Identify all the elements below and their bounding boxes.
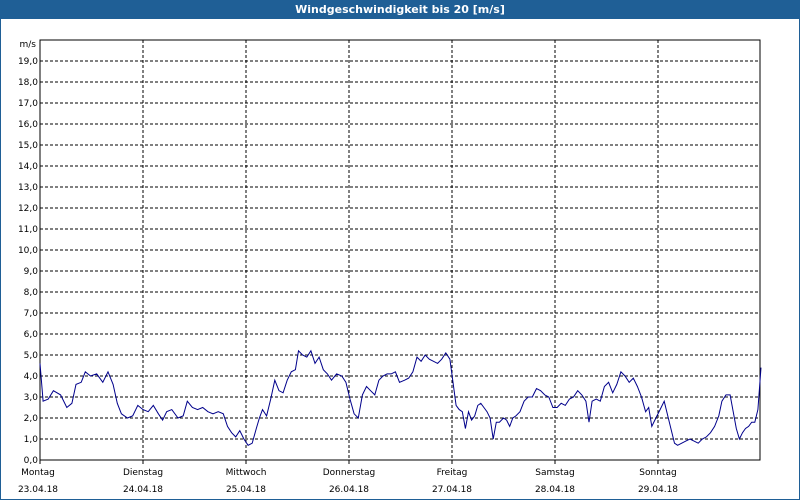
y-tick-label: 0,0 — [24, 456, 39, 466]
chart-canvas: 0,0 1,0 2,0 3,0 4,0 5,0 6,0 7,0 8,0 9,0 10,0 11,0 12… — [18, 39, 762, 495]
x-tick-date: 26.04.18 — [329, 485, 369, 495]
y-tick-label: 4,0 — [24, 372, 39, 382]
y-tick-label: 10,0 — [18, 246, 38, 256]
y-tick-label: 5,0 — [24, 351, 39, 361]
y-tick-label: 14,0 — [18, 162, 38, 172]
y-tick-label: 12,0 — [18, 204, 38, 214]
y-axis-tick-labels: 0,0 1,0 2,0 3,0 4,0 5,0 6,0 7,0 8,0 9,0 10,0 11,0 12… — [18, 57, 38, 466]
y-tick-label: 3,0 — [24, 393, 39, 403]
x-tick-day: Dienstag — [123, 468, 163, 478]
x-tick-date: 24.04.18 — [123, 485, 163, 495]
x-tick-date: 28.04.18 — [535, 485, 575, 495]
y-axis-unit-label: m/s — [20, 40, 37, 50]
y-tick-label: 11,0 — [18, 225, 38, 235]
y-tick-label: 1,0 — [24, 435, 39, 445]
y-tick-label: 2,0 — [24, 414, 39, 424]
y-tick-label: 18,0 — [18, 78, 38, 88]
x-tick-day: Mittwoch — [226, 468, 267, 478]
y-tick-label: 17,0 — [18, 99, 38, 109]
y-tick-label: 19,0 — [18, 57, 38, 67]
x-tick-day: Freitag — [437, 468, 468, 478]
y-tick-label: 8,0 — [24, 288, 39, 298]
x-tick-day: Samstag — [535, 468, 574, 478]
x-tick-date: 29.04.18 — [638, 485, 678, 495]
y-tick-label: 16,0 — [18, 120, 38, 130]
x-tick-date: 27.04.18 — [432, 485, 472, 495]
y-tick-label: 9,0 — [24, 267, 39, 277]
x-tick-date: 23.04.18 — [18, 485, 58, 495]
x-tick-day: Sonntag — [639, 468, 676, 478]
x-axis-tick-labels: Montag 23.04.18 Dienstag 24.04.18 Mittwoch 25… — [18, 468, 678, 495]
x-tick-date: 25.04.18 — [226, 485, 266, 495]
x-tick-day: Montag — [21, 468, 55, 478]
y-tick-label: 6,0 — [24, 330, 39, 340]
y-tick-label: 15,0 — [18, 141, 38, 151]
x-tick-day: Donnerstag — [323, 468, 376, 478]
y-tick-label: 7,0 — [24, 309, 39, 319]
y-tick-label: 13,0 — [18, 183, 38, 193]
